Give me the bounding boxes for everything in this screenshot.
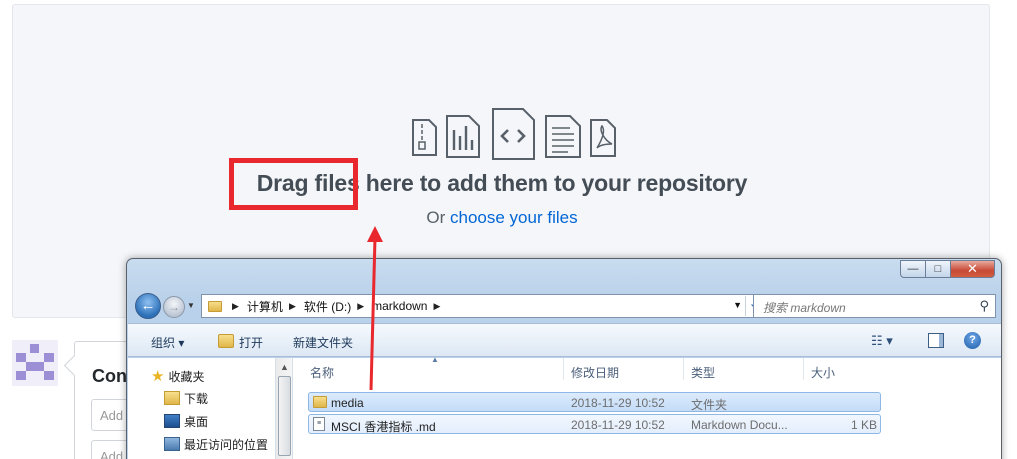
zip-file-icon <box>412 119 437 156</box>
markdown-file-icon: ≡ <box>313 417 325 431</box>
column-header-size[interactable]: 大小 <box>811 364 835 381</box>
desktop-icon <box>164 414 180 428</box>
folder-icon <box>313 396 327 408</box>
maximize-button[interactable]: □ <box>926 260 951 278</box>
column-divider[interactable] <box>803 358 804 380</box>
file-type: Markdown Docu... <box>691 418 788 432</box>
file-name: MSCI 香港指标 .md <box>331 420 436 434</box>
file-date: 2018-11-29 10:52 <box>571 396 665 410</box>
chart-file-icon <box>446 115 480 158</box>
search-icon[interactable]: ⚲ <box>979 298 989 314</box>
back-button[interactable]: ← <box>135 293 161 319</box>
file-row-markdown[interactable]: ≡ MSCI 香港指标 .md 2018-11-29 10:52 Markdow… <box>308 414 881 434</box>
download-folder-icon <box>164 391 180 405</box>
open-folder-icon <box>218 334 234 348</box>
file-list: ▲ 名称 修改日期 类型 大小 media 2018-11-29 10:52 文… <box>293 355 1001 459</box>
command-bar: 组织 ▾ 打开 新建文件夹 ☷ ▾ ? <box>128 323 1001 357</box>
drop-heading: Drag files here to add them to your repo… <box>256 170 748 196</box>
recent-pages-dropdown-icon[interactable]: ▼ <box>187 301 195 310</box>
close-button[interactable]: ✕ <box>951 260 995 278</box>
choose-files-link[interactable]: choose your files <box>450 208 578 227</box>
nav-item-label: 收藏夹 <box>168 369 205 384</box>
preview-pane-icon[interactable] <box>928 333 944 348</box>
code-file-icon <box>492 108 535 160</box>
avatar <box>12 340 58 386</box>
window-controls: — □ ✕ <box>900 260 995 280</box>
nav-item-downloads[interactable]: 下载 <box>164 389 208 407</box>
scroll-up-arrow-icon[interactable]: ▲ <box>280 362 289 372</box>
column-header-type[interactable]: 类型 <box>691 364 715 381</box>
file-name: media <box>331 396 364 410</box>
breadcrumb-drive[interactable]: 软件 (D:) <box>304 298 351 315</box>
annotation-highlight-box <box>229 158 358 210</box>
column-divider[interactable] <box>563 358 564 380</box>
open-button[interactable]: 打开 <box>239 334 263 351</box>
address-bar[interactable]: ▶ 计算机 ▶ 软件 (D:) ▶ markdown ▶ ▼ ⟲ <box>201 294 769 318</box>
breadcrumb-separator-icon[interactable]: ▶ <box>433 301 440 312</box>
help-icon[interactable]: ? <box>964 332 981 349</box>
nav-item-desktop[interactable]: 桌面 <box>164 412 208 430</box>
text-file-icon <box>545 115 581 158</box>
explorer-window[interactable]: — □ ✕ ← → ▼ ▶ 计算机 ▶ 软件 (D:) ▶ markdown ▶… <box>126 258 1002 459</box>
file-type-icons <box>412 108 616 160</box>
search-placeholder: 搜索 markdown <box>763 301 846 315</box>
nav-item-label: 最近访问的位置 <box>184 437 269 452</box>
nav-item-label: 桌面 <box>184 414 209 429</box>
breadcrumb-separator-icon[interactable]: ▶ <box>232 301 239 312</box>
folder-icon <box>208 300 222 312</box>
breadcrumb-computer[interactable]: 计算机 <box>247 298 283 315</box>
address-history-dropdown-icon[interactable]: ▼ <box>733 300 742 310</box>
navigation-pane: ★ 收藏夹 下载 桌面 最近访问的位置 <box>128 358 276 459</box>
recent-places-icon <box>164 437 180 451</box>
file-size: 1 KB <box>851 418 878 432</box>
screenshot-stage: Drag files here to add them to your repo… <box>0 0 1017 459</box>
nav-item-recent-places[interactable]: 最近访问的位置 <box>164 435 268 453</box>
sort-ascending-icon: ▲ <box>431 355 439 364</box>
organize-menu-button[interactable]: 组织 ▾ <box>151 334 184 351</box>
nav-item-favorites[interactable]: ★ 收藏夹 <box>151 367 204 385</box>
nav-item-label: 下载 <box>184 391 209 406</box>
drop-subtext: Or choose your files <box>13 208 991 228</box>
column-header-date[interactable]: 修改日期 <box>571 364 619 381</box>
breadcrumb-separator-icon[interactable]: ▶ <box>289 301 296 312</box>
change-view-icon[interactable]: ☷ ▾ <box>871 333 893 349</box>
forward-button[interactable]: → <box>163 296 185 318</box>
navigation-scrollbar[interactable]: ▲ <box>276 358 293 459</box>
drop-subtext-prefix: Or <box>426 208 446 227</box>
column-divider[interactable] <box>683 358 684 380</box>
new-folder-button[interactable]: 新建文件夹 <box>293 334 353 351</box>
pdf-file-icon <box>590 119 616 157</box>
scrollbar-thumb[interactable] <box>278 376 291 456</box>
annotation-arrow-icon <box>367 226 383 391</box>
navigation-bar: ← → ▼ ▶ 计算机 ▶ 软件 (D:) ▶ markdown ▶ ▼ ⟲ 搜… <box>127 289 1001 319</box>
commit-title: Con <box>92 366 127 386</box>
search-input[interactable]: 搜索 markdown ⚲ <box>753 294 996 318</box>
column-header-name[interactable]: 名称 <box>310 364 334 381</box>
minimize-button[interactable]: — <box>900 260 926 278</box>
file-date: 2018-11-29 10:52 <box>571 418 665 432</box>
file-row-media[interactable]: media 2018-11-29 10:52 文件夹 <box>308 392 881 412</box>
star-icon: ★ <box>151 368 165 385</box>
file-type: 文件夹 <box>691 398 728 412</box>
